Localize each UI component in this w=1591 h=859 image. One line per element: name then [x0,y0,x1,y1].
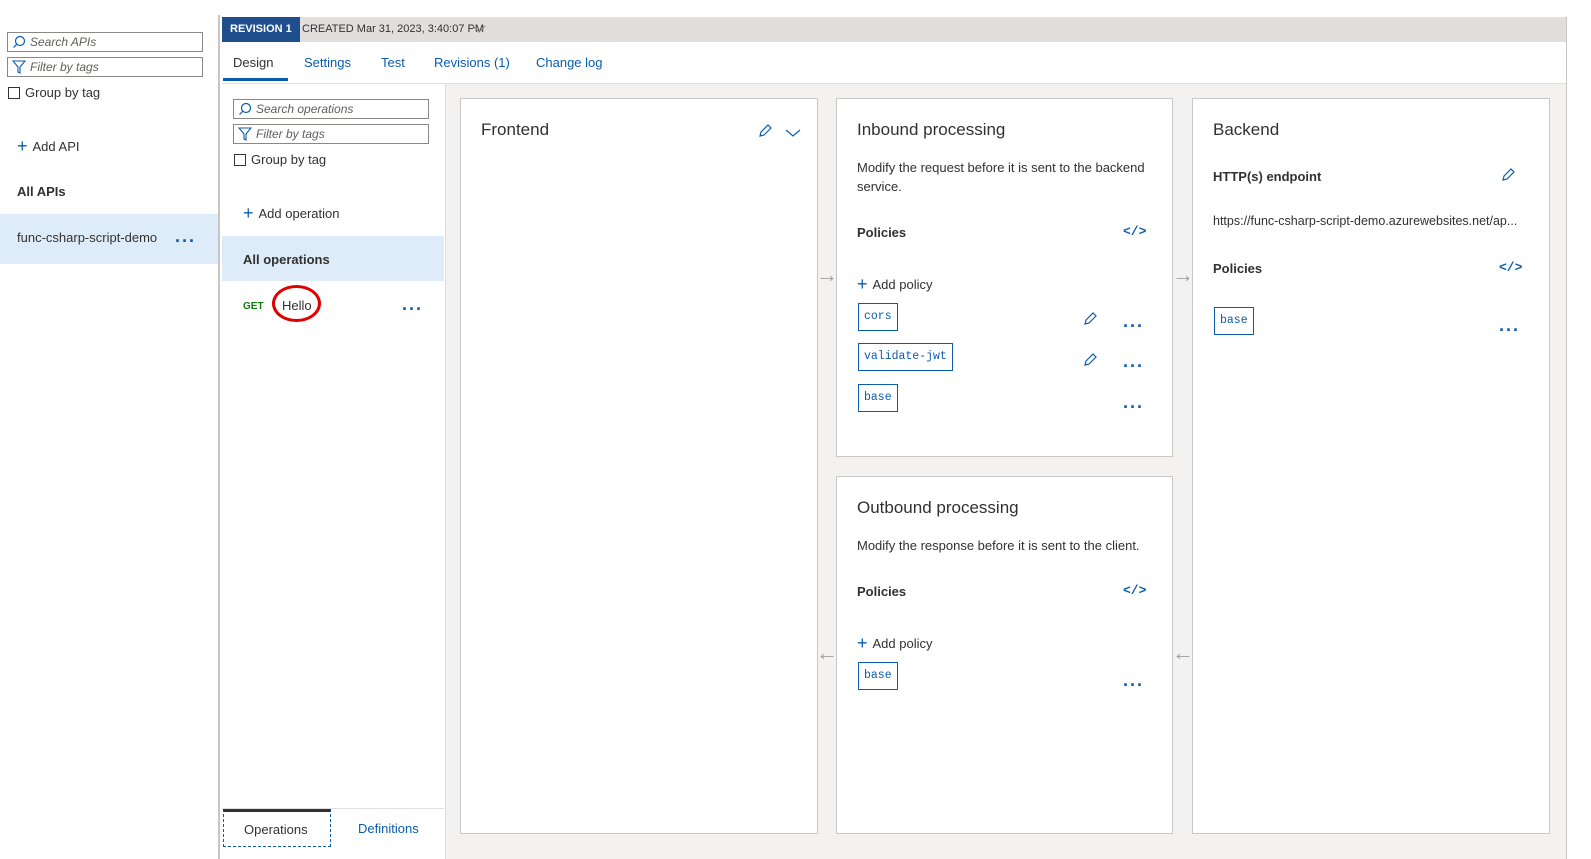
outbound-policies-label: Policies [857,584,907,599]
api-name: func-csharp-script-demo [17,230,158,245]
arrow-left-icon: ← [1172,640,1194,665]
group-by-tag-checkbox[interactable]: Group by tag [8,85,100,100]
endpoint-label: HTTP(s) endpoint [1213,169,1322,184]
tab-settings[interactable]: Settings [304,55,351,70]
search-icon [13,35,26,48]
revision-bar: REVISION 1 CREATED Mar 31, 2023, 3:40:07… [222,17,1567,42]
operation-more-icon[interactable]: ··· [402,300,423,318]
outbound-description: Modify the response before it is sent to… [857,538,1140,553]
code-view-icon[interactable]: </> [1123,224,1146,239]
filter-icon [238,127,252,141]
policy-base[interactable]: base [1214,307,1254,335]
add-operation-button[interactable]: + Add operation [243,203,339,224]
all-apis-heading: All APIs [17,184,66,199]
edit-endpoint-icon[interactable] [1500,167,1516,186]
tab-operations-label: Operations [244,822,308,837]
search-icon [239,102,252,115]
edit-policy-icon[interactable] [1082,352,1098,371]
plus-icon: + [857,274,868,294]
search-apis-input[interactable]: Search APIs [7,32,203,52]
operations-pane [222,84,446,859]
edit-frontend-icon[interactable] [757,123,773,142]
outbound-card: Outbound processing Modify the response … [836,476,1173,834]
arrow-right-icon: → [1172,262,1194,287]
search-apis-placeholder: Search APIs [30,35,97,49]
plus-icon: + [243,203,254,223]
backend-card: Backend HTTP(s) endpoint https://func-cs… [1192,98,1550,834]
policy-more-icon[interactable]: ··· [1123,398,1144,416]
right-edge [1566,17,1567,859]
policy-base[interactable]: base [858,662,898,690]
revision-badge: REVISION 1 [222,17,300,42]
tab-test[interactable]: Test [381,55,405,70]
tab-design-indicator [223,78,288,81]
filter-apis-input[interactable]: Filter by tags [7,57,203,77]
chevron-down-icon[interactable] [785,126,801,141]
search-operations-input[interactable]: Search operations [233,99,429,119]
backend-policies-label: Policies [1213,261,1263,276]
filter-operations-input[interactable]: Filter by tags [233,124,429,144]
search-operations-placeholder: Search operations [256,102,354,116]
filter-apis-placeholder: Filter by tags [30,60,99,74]
policy-cors[interactable]: cors [858,303,898,331]
red-circle-annotation [272,285,321,322]
add-policy-label: Add policy [872,636,933,651]
tab-design[interactable]: Design [233,55,273,70]
policy-base[interactable]: base [858,384,898,412]
tab-bar [222,43,1566,84]
api-list-item[interactable]: func-csharp-script-demo ··· [0,214,218,264]
add-policy-label: Add policy [872,277,933,292]
backend-title: Backend [1213,120,1280,139]
add-api-label: Add API [32,139,80,154]
outbound-title: Outbound processing [857,498,1019,517]
api-more-icon[interactable]: ··· [175,232,196,250]
all-operations-label: All operations [243,252,330,267]
arrow-left-icon: ← [816,640,838,665]
policy-more-icon[interactable]: ··· [1499,321,1520,339]
endpoint-url: https://func-csharp-script-demo.azureweb… [1213,214,1518,228]
inbound-policies-label: Policies [857,225,907,240]
group-by-tag-label: Group by tag [25,85,101,100]
policy-more-icon[interactable]: ··· [1123,676,1144,694]
tab-operations[interactable]: Operations [223,809,331,847]
arrow-right-icon: → [816,262,838,287]
add-api-button[interactable]: + Add API [17,136,80,157]
policy-more-icon[interactable]: ··· [1123,317,1144,335]
plus-icon: + [17,136,28,156]
code-view-icon[interactable]: </> [1123,583,1146,598]
ops-group-by-tag-checkbox[interactable]: Group by tag [234,152,326,167]
checkbox-box[interactable] [8,86,20,99]
tab-definitions[interactable]: Definitions [358,821,419,836]
pane-divider [218,15,220,859]
http-method-badge: GET [243,301,264,312]
chevron-down-icon[interactable] [472,22,486,37]
tab-change-log[interactable]: Change log [536,55,603,70]
operation-item-hello[interactable]: GET Hello ··· [222,285,444,325]
filter-operations-placeholder: Filter by tags [256,127,325,141]
policy-validate-jwt[interactable]: validate-jwt [858,343,953,371]
inbound-add-policy-button[interactable]: + Add policy [857,274,933,295]
inbound-description: Modify the request before it is sent to … [857,160,1145,194]
revision-created: CREATED Mar 31, 2023, 3:40:07 PM [302,23,484,35]
outbound-add-policy-button[interactable]: + Add policy [857,633,933,654]
ops-group-by-tag-label: Group by tag [251,152,327,167]
plus-icon: + [857,633,868,653]
code-view-icon[interactable]: </> [1499,260,1522,275]
inbound-title: Inbound processing [857,120,1006,139]
tab-revisions[interactable]: Revisions (1) [434,55,510,70]
inbound-card: Inbound processing Modify the request be… [836,98,1173,457]
filter-icon [12,60,26,74]
policy-more-icon[interactable]: ··· [1123,357,1144,375]
frontend-title: Frontend [481,120,550,139]
frontend-card: Frontend [460,98,818,834]
checkbox-box[interactable] [234,153,246,166]
add-operation-label: Add operation [258,206,340,221]
all-operations-item[interactable]: All operations [222,236,444,281]
edit-policy-icon[interactable] [1082,311,1098,330]
